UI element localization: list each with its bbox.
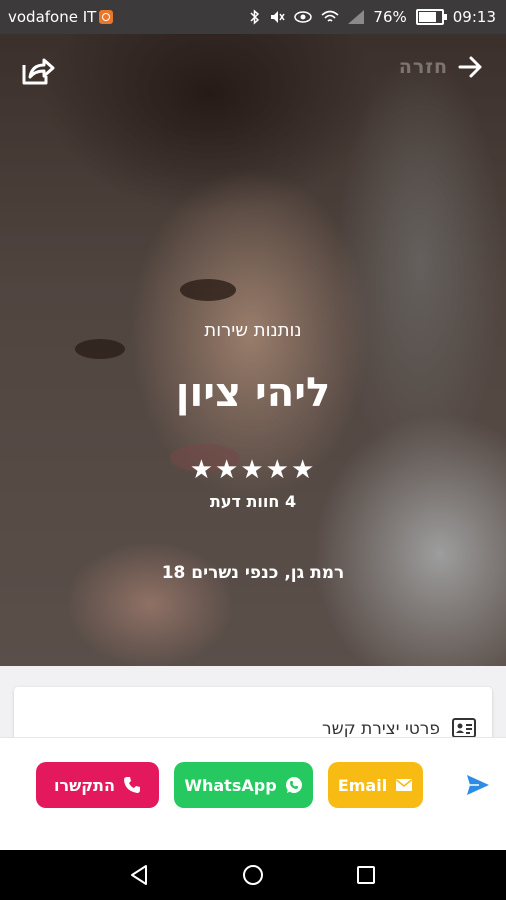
profile-role: נותנות שירות xyxy=(204,320,302,341)
eye-icon xyxy=(294,11,313,23)
carrier-name: vodafone IT xyxy=(8,8,97,26)
signal-icon xyxy=(348,10,365,24)
nav-home-icon[interactable] xyxy=(242,864,264,886)
profile-address: רמת גן, כנפי נשרים 18 xyxy=(161,563,345,583)
battery-icon xyxy=(415,9,447,25)
nav-back-icon[interactable] xyxy=(128,864,150,886)
contact-card-icon xyxy=(452,718,476,738)
share-icon[interactable] xyxy=(20,55,56,87)
carrier: vodafone IT xyxy=(8,8,114,26)
clock: 09:13 xyxy=(452,8,496,26)
phone-icon xyxy=(123,777,140,793)
carrier-badge-icon xyxy=(99,10,114,24)
bluetooth-icon xyxy=(250,9,260,25)
contact-details-title: פרטי יצירת קשר xyxy=(321,719,440,739)
whatsapp-button[interactable]: WhatsApp xyxy=(174,762,313,808)
system-nav-bar xyxy=(0,850,506,900)
wifi-icon xyxy=(321,10,339,22)
mute-icon xyxy=(271,11,286,23)
status-bar: vodafone IT 76% 09:13 xyxy=(0,0,506,34)
mail-icon xyxy=(396,779,413,791)
back-arrow-icon xyxy=(458,56,482,78)
status-icons: 76% 09:13 xyxy=(250,8,496,26)
rating-stars: ★★★★★ xyxy=(189,455,317,485)
email-button[interactable]: Email xyxy=(328,762,423,808)
email-label: Email xyxy=(337,775,388,795)
reviews-count[interactable]: 4 חוות דעת xyxy=(0,492,506,511)
profile-name: ליהי ציון xyxy=(175,370,331,416)
call-button[interactable]: התקשרו xyxy=(36,762,159,808)
nav-recent-icon[interactable] xyxy=(355,864,377,886)
send-icon[interactable] xyxy=(466,774,490,796)
battery-percent: 76% xyxy=(373,8,407,26)
back-label: חזרה xyxy=(398,56,448,78)
action-bar: התקשרו WhatsApp Email xyxy=(0,737,506,851)
whatsapp-icon xyxy=(285,777,302,793)
back-button[interactable]: חזרה xyxy=(399,55,484,79)
call-label: התקשרו xyxy=(54,775,115,795)
whatsapp-label: WhatsApp xyxy=(184,775,277,795)
